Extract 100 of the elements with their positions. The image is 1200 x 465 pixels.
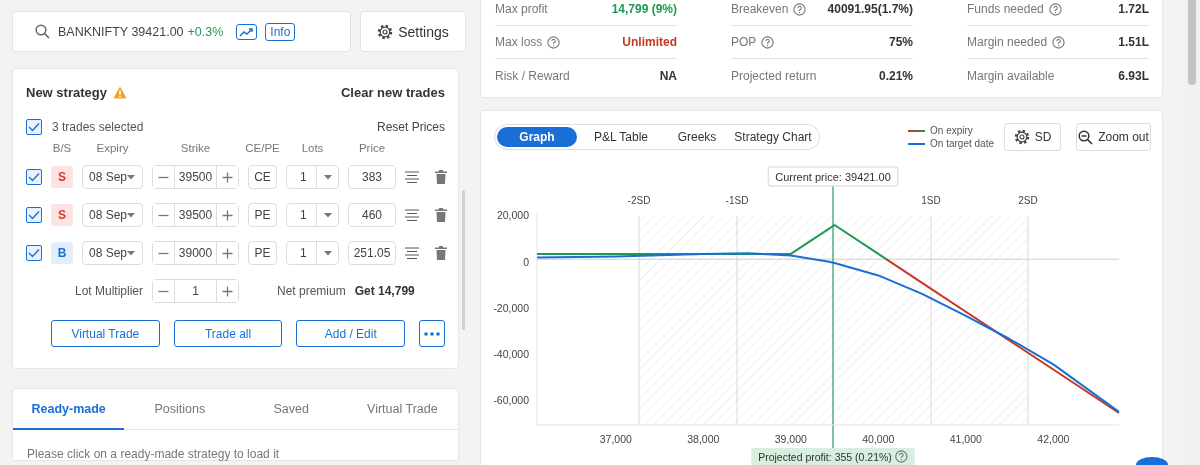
price-tag: Current price: 39421.00 [767,166,899,187]
stat-label: POP [731,35,757,49]
checkbox[interactable] [26,169,42,185]
option-type-field[interactable]: PE [248,241,277,265]
floating-button[interactable] [1136,457,1168,465]
expiry-select[interactable]: 08 Sep [82,165,143,189]
trend-icon [239,26,255,37]
sd-label: -2SD [627,195,651,206]
checkbox[interactable] [26,245,42,261]
sd-label: 2SD [1018,195,1038,206]
tick-label: 42,000 [1037,433,1070,445]
stat-value: 14,799 (9%) [611,2,677,16]
side-badge[interactable]: B [51,242,73,264]
warning-icon [112,85,127,99]
scrollbar-thumb[interactable] [1188,0,1196,85]
caret-icon [323,250,332,256]
stat-label: Projected return [731,68,817,83]
tab[interactable]: Ready-made [13,389,125,430]
column-header: Strike [180,142,211,154]
column-header: Expiry [96,142,129,154]
column-header: CE/PE [245,142,280,154]
legend-label: On expiry [930,125,973,136]
strike-stepper[interactable]: 39500 [152,165,239,189]
option-type-field[interactable]: CE [248,165,277,189]
trash-icon[interactable] [435,208,447,222]
price-field[interactable]: 251.05 [348,241,396,265]
settings-button[interactable]: Settings [360,11,466,52]
plus-icon [222,209,233,221]
reset-prices-button[interactable]: Reset Prices [376,120,445,134]
trash-icon[interactable] [435,170,447,184]
field-label: Net premium [277,284,346,298]
lots-select[interactable]: 1 [286,165,339,189]
help-icon[interactable] [895,450,908,463]
lots-select[interactable]: 1 [286,241,339,265]
help-icon[interactable] [547,35,561,49]
checkbox[interactable] [26,207,42,223]
option-type-field[interactable]: PE [248,203,277,227]
clear-trades-button[interactable]: Clear new trades [340,84,445,100]
scrollbar[interactable] [462,190,465,330]
help-icon[interactable] [761,35,775,49]
tab[interactable]: Strategy Chart [729,127,817,147]
stat-label: Max loss [495,35,543,49]
price-field[interactable]: 383 [348,165,396,189]
help-icon[interactable] [1052,35,1066,49]
tick-label: 38,000 [687,433,720,445]
tick-label: -60,000 [493,394,529,407]
tick-label: 40,000 [862,433,895,445]
stat-label: Funds needed [967,2,1044,16]
column-header: Lots [301,142,324,154]
card-title: New strategy [26,84,107,100]
stat-value: 0.21% [878,68,913,83]
tick-label: 37,000 [599,433,632,445]
tab[interactable]: Positions [124,389,236,430]
tick-label: -40,000 [493,348,529,361]
search-icon [35,24,50,39]
check-icon [28,122,40,132]
tab[interactable]: P&L Table [577,127,665,147]
side-badge[interactable]: S [51,204,73,226]
lines-icon[interactable] [405,247,419,259]
checkbox[interactable] [26,119,42,135]
plus-icon [222,247,233,259]
more-button[interactable] [419,320,445,347]
lots-select[interactable]: 1 [286,203,339,227]
action-button[interactable]: Trade all [173,320,283,347]
sd-button[interactable]: SD [1004,123,1061,151]
lines-icon[interactable] [405,209,419,221]
caret-icon [127,212,136,218]
stat-label: Max profit [495,2,548,16]
legend-label: On target date [930,138,994,149]
zoom-out-icon [1078,129,1094,145]
caret-icon [323,174,332,180]
hint-text: Please click on a ready-made strategy to load it [27,447,281,461]
action-button[interactable]: Add / Edit [296,320,406,347]
help-icon[interactable] [1048,2,1062,16]
expiry-select[interactable]: 08 Sep [82,241,143,265]
caret-icon [127,174,136,180]
stat-value: 40091.95(1.7%) [827,2,913,16]
chart-button[interactable] [236,23,258,40]
multiplier-stepper[interactable]: 1 [152,279,239,303]
help-icon[interactable] [793,2,807,16]
tab[interactable]: Greeks [665,127,729,147]
info-button[interactable]: Info [265,22,296,41]
tab[interactable]: Saved [235,389,347,430]
tab[interactable]: Graph [497,127,577,147]
stat-label: Risk / Reward [495,68,570,83]
zoom-out-button[interactable]: Zoom out [1076,123,1151,151]
stat-value: 1.51L [1118,35,1149,49]
tick-label: 39,000 [774,433,807,445]
side-badge[interactable]: S [51,166,73,188]
tab[interactable]: Virtual Trade [346,389,458,430]
symbol-label: BANKNIFTY 39421.00 [58,24,184,39]
lines-icon[interactable] [405,171,419,183]
price-field[interactable]: 460 [348,203,396,227]
expiry-select[interactable]: 08 Sep [82,203,143,227]
trash-icon[interactable] [435,246,447,260]
sd-label: -1SD [725,195,749,206]
strike-stepper[interactable]: 39500 [152,203,239,227]
search-bar[interactable]: BANKNIFTY 39421.00 +0.3% Info [12,11,351,52]
action-button[interactable]: Virtual Trade [51,320,160,347]
strike-stepper[interactable]: 39000 [152,241,239,265]
